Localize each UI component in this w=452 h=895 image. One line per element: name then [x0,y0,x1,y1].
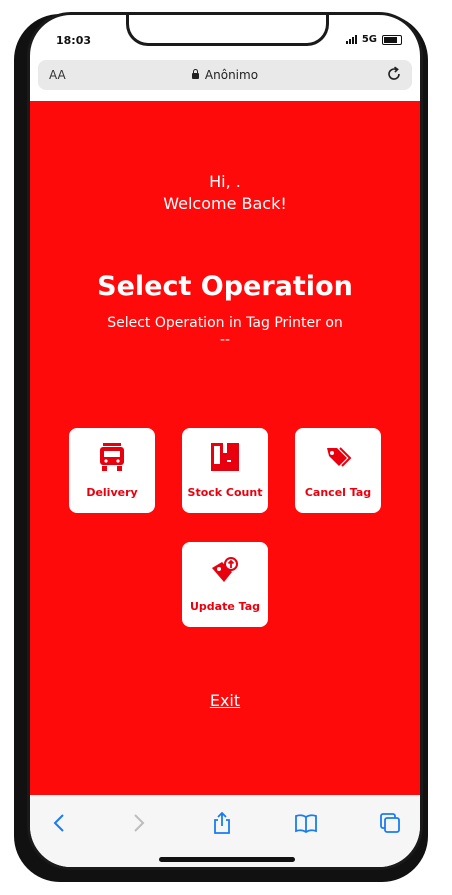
update-tag-button[interactable]: Update Tag [182,542,268,627]
page-title: Select Operation [97,271,353,302]
share-icon[interactable] [210,811,234,835]
update-tag-label: Update Tag [189,600,261,613]
address-text: Anônimo [204,68,259,82]
stock-count-button[interactable]: Stock Count [182,428,268,513]
status-bar: 18:03 5G [30,15,420,61]
cancel-tag-button[interactable]: Cancel Tag [295,428,381,513]
box-icon [211,443,239,471]
subtitle-text: Select Operation in Tag Printer on [107,315,343,331]
tabs-icon[interactable] [378,811,402,835]
status-indicators: 5G [345,34,402,45]
status-time: 18:03 [56,34,92,47]
battery-icon [382,34,402,45]
back-icon[interactable] [48,811,72,835]
address-text-wrap: Anônimo [38,68,412,82]
phone-frame: 18:03 5G AA Anônimo Hi, . Welcome Back! … [27,12,423,870]
lock-icon [191,69,199,79]
bookmarks-icon[interactable] [294,811,318,835]
signal-icon [345,35,357,44]
home-indicator [159,857,295,862]
printer-name: -- [219,332,231,348]
tag-update-icon [212,557,238,582]
page-subtitle: Select Operation in Tag Printer on -- [30,315,420,349]
network-type: 5G [361,34,377,45]
truck-icon [100,443,124,471]
stock-count-label: Stock Count [187,486,263,499]
greeting-welcome: Welcome Back! [163,194,287,213]
exit-link[interactable]: Exit [30,691,420,710]
forward-icon[interactable] [126,811,150,835]
reload-icon[interactable] [384,64,404,84]
address-bar[interactable]: AA Anônimo [38,60,412,90]
greeting-hi: Hi, . [209,172,241,191]
tags-icon [327,447,352,467]
greeting: Hi, . Welcome Back! [30,171,420,215]
app-content: Hi, . Welcome Back! Select Operation Sel… [30,101,420,795]
notch [126,15,329,46]
delivery-button[interactable]: Delivery [69,428,155,513]
cancel-tag-label: Cancel Tag [304,486,372,499]
delivery-label: Delivery [86,486,138,499]
